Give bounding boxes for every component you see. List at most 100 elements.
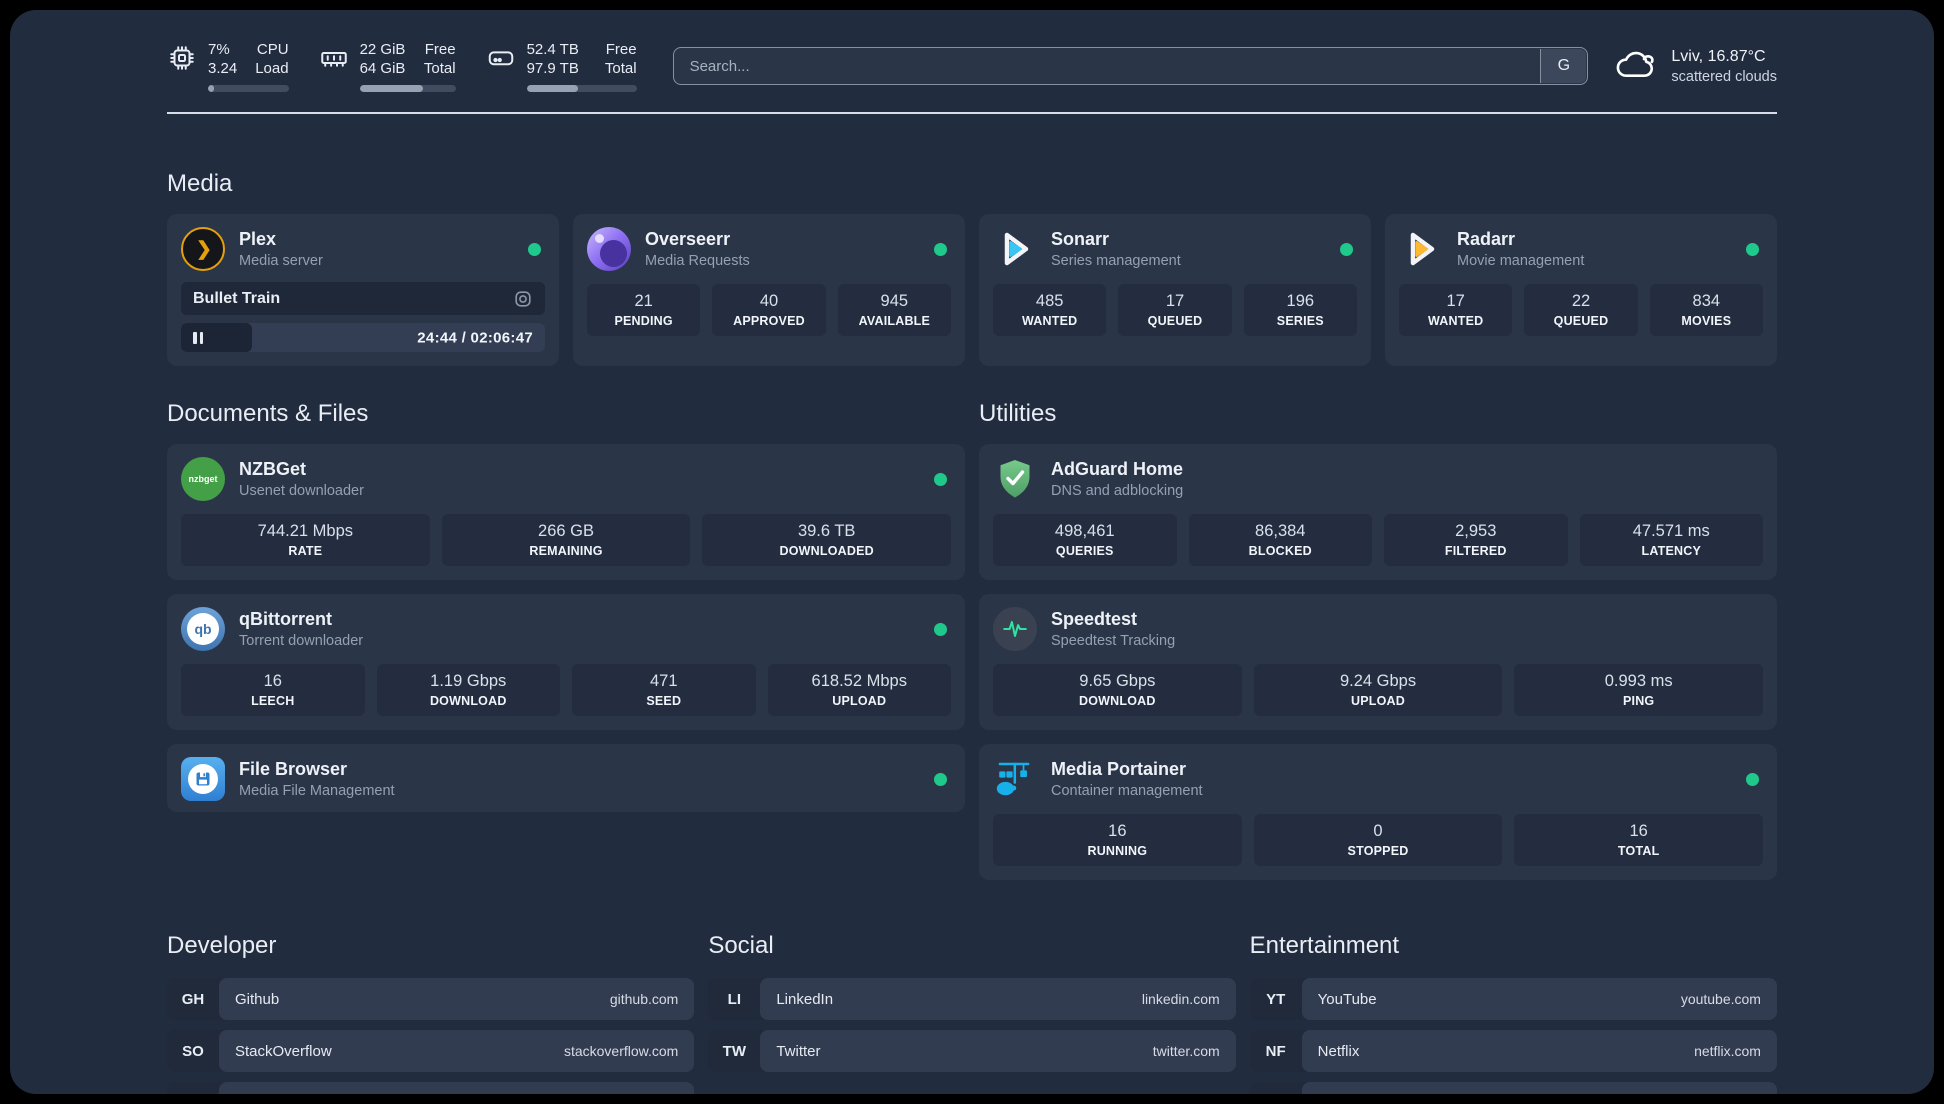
link-tag: TW (722, 1042, 746, 1060)
app-name: AdGuard Home (1051, 459, 1184, 479)
status-online-dot (934, 242, 947, 256)
plex-icon: ❯ (181, 227, 225, 271)
app-subtitle: Media File Management (239, 783, 395, 799)
storage-total-label: Total (604, 60, 637, 77)
app-name: Plex (239, 229, 277, 249)
app-subtitle: Speedtest Tracking (1051, 633, 1176, 649)
app-name: File Browser (239, 759, 348, 779)
cpu-label: CPU (256, 41, 289, 58)
app-card-speedtest[interactable]: Speedtest Speedtest Tracking 9.65 Gbps DO… (979, 594, 1777, 730)
speedtest-icon (993, 607, 1037, 651)
cpu-progress-bar (208, 85, 289, 92)
stat-download: 1.19 Gbps DOWNLOAD (376, 664, 560, 716)
link-github[interactable]: GH Github github.com (167, 978, 695, 1020)
stat-running: 16 RUNNING (993, 814, 1242, 866)
stat-download: 9.65 Gbps DOWNLOAD (993, 664, 1242, 716)
weather-widget: Lviv, 16.87°C scattered clouds (1616, 48, 1777, 85)
status-online-dot (934, 772, 947, 786)
dashboard: 7% 3.24 CPU Load 22 GiB 64 GiB Free Total (10, 10, 1934, 1094)
overseerr-icon (587, 227, 631, 271)
link-name: Netflix (1317, 1042, 1360, 1060)
section-title-utilities: Utilities (979, 400, 1057, 427)
storage-free-label: Free (605, 41, 637, 58)
app-subtitle: Usenet downloader (239, 483, 364, 499)
app-name: Media Portainer (1051, 759, 1187, 779)
sonarr-icon (993, 227, 1037, 271)
app-card-qbittorrent[interactable]: qb qBittorrent Torrent downloader 16 LEEC… (167, 594, 965, 730)
link-name: Twitter (776, 1042, 821, 1060)
app-name: qBittorrent (239, 609, 332, 629)
link-url: netflix.com (1694, 1043, 1761, 1059)
stat-leech: 16 LEECH (181, 664, 365, 716)
stat-ping: 0.993 ms PING (1514, 664, 1764, 716)
link-dev[interactable]: DT DEVdev.to (167, 1082, 695, 1094)
section-entertainment: Entertainment YT YouTube youtube.com NF N… (1249, 932, 1777, 1094)
cpu-usage-value: 7% (208, 41, 230, 58)
app-card-adguard[interactable]: AdGuard Home DNS and adblocking 498,461 Q… (979, 444, 1777, 580)
stat-available: 945 AVAILABLE (837, 284, 951, 336)
link-tag: DT (167, 1082, 219, 1094)
app-name: Sonarr (1051, 229, 1110, 249)
app-card-portainer[interactable]: Media Portainer Container management 16 R… (979, 744, 1777, 880)
link-twitter[interactable]: TW Twitter twitter.com (708, 1030, 1236, 1072)
stat-upload: 618.52 Mbps UPLOAD (767, 664, 951, 716)
status-online-dot (1746, 772, 1759, 786)
app-subtitle: Torrent downloader (239, 633, 364, 649)
search-engine-button[interactable]: G (1540, 49, 1587, 83)
link-linkedin[interactable]: LI LinkedIn linkedin.com (708, 978, 1236, 1020)
app-subtitle: Movie management (1457, 253, 1585, 269)
stat-wanted: 485 WANTED (993, 284, 1107, 336)
section-title-entertainment: Entertainment (1249, 932, 1400, 959)
memory-stat-widget: 22 GiB 64 GiB Free Total (319, 40, 456, 92)
app-card-plex[interactable]: ❯ Plex Media server Bullet Train 24:44 /… (167, 214, 559, 366)
stat-approved: 40 APPROVED (712, 284, 826, 336)
app-subtitle: Media Requests (645, 253, 750, 269)
memory-total-label: Total (423, 60, 456, 77)
app-card-radarr[interactable]: Radarr Movie management 17 WANTED 22 QUEUE… (1385, 214, 1777, 366)
stat-downloaded: 39.6 TB DOWNLOADED (702, 514, 952, 566)
stat-total: 16 TOTAL (1514, 814, 1764, 866)
stat-movies: 834 MOVIES (1649, 284, 1763, 336)
link-url: youtube.com (1680, 991, 1761, 1007)
storage-progress-bar (526, 85, 637, 92)
search-input[interactable] (672, 47, 1589, 85)
now-playing-row: Bullet Train (181, 282, 545, 315)
portainer-icon (993, 757, 1037, 801)
link-tag: SO (182, 1042, 204, 1060)
stat-blocked: 86,384 BLOCKED (1188, 514, 1372, 566)
link-tag: NF (1265, 1042, 1286, 1060)
storage-total-value: 97.9 TB (526, 60, 579, 77)
app-subtitle: Series management (1051, 253, 1181, 269)
link-tag: GH (181, 990, 205, 1008)
section-utilities: Utilities AdGuard Home DNS and adblockin… (979, 400, 1777, 880)
weather-location-temp: Lviv, 16.87°C (1671, 47, 1766, 65)
app-name: Radarr (1457, 229, 1516, 249)
header: 7% 3.24 CPU Load 22 GiB 64 GiB Free Total (167, 40, 1777, 92)
link-tag: LI (727, 990, 741, 1008)
link-youtube[interactable]: YT YouTube youtube.com (1249, 978, 1777, 1020)
link-netflix[interactable]: NF Netflix netflix.com (1249, 1030, 1777, 1072)
link-tag: YT (1266, 990, 1286, 1008)
memory-free-label: Free (424, 41, 456, 58)
app-subtitle: Container management (1051, 783, 1203, 799)
app-card-nzbget[interactable]: nzbget NZBGet Usenet downloader 744.21 M… (167, 444, 965, 580)
link-url: stackoverflow.com (563, 1043, 679, 1059)
memory-total-value: 64 GiB (359, 60, 406, 77)
link-reddit[interactable]: RE Redditreddit.com (1249, 1082, 1777, 1094)
stat-series: 196 SERIES (1243, 284, 1357, 336)
section-title-social: Social (708, 932, 774, 959)
app-subtitle: DNS and adblocking (1051, 483, 1184, 499)
cloud-icon (1617, 51, 1655, 77)
qbittorrent-icon: qb (181, 607, 225, 651)
app-card-overseerr[interactable]: Overseerr Media Requests 21 PENDING 40 APP… (573, 214, 965, 366)
link-tag: RE (1250, 1082, 1302, 1094)
stat-seed: 471 SEED (572, 664, 756, 716)
session-lens-icon (513, 289, 533, 309)
section-documents: Documents & Files nzbget NZBGet Usenet d… (167, 400, 965, 880)
now-playing-title: Bullet Train (193, 289, 281, 307)
playback-progress-bar: 24:44 / 02:06:47 (181, 323, 545, 352)
app-card-filebrowser[interactable]: File Browser Media File Management (167, 744, 965, 812)
app-name: NZBGet (239, 459, 306, 479)
app-card-sonarr[interactable]: Sonarr Series management 485 WANTED 17 QUE… (979, 214, 1371, 366)
link-stackoverflow[interactable]: SO StackOverflow stackoverflow.com (167, 1030, 695, 1072)
